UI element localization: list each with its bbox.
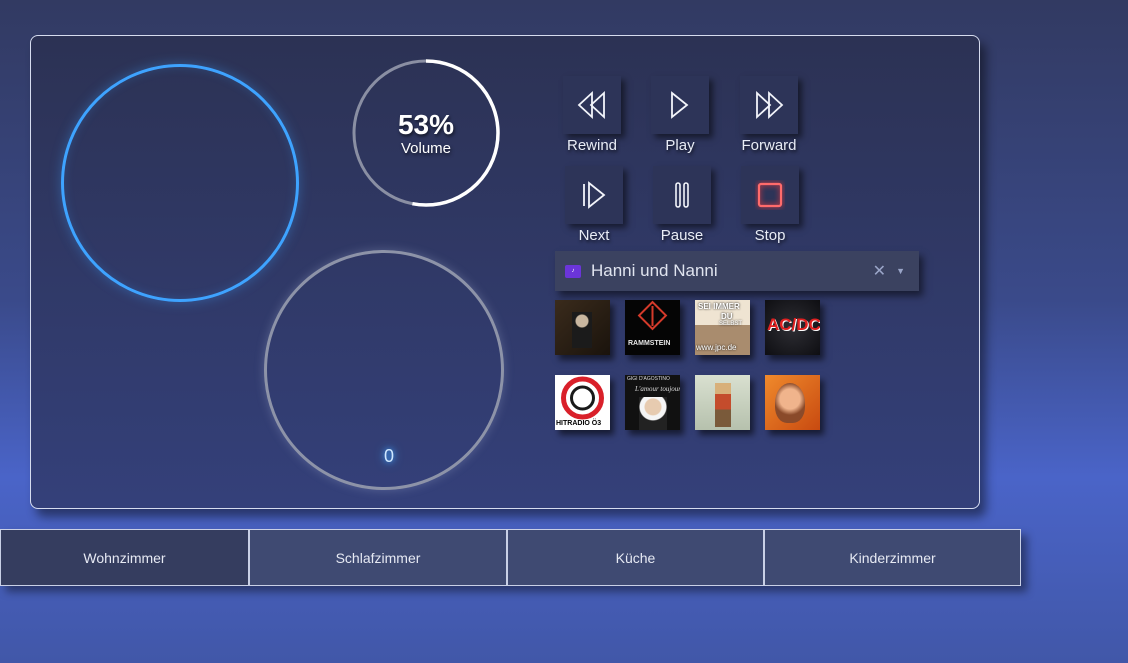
next-label: Next — [578, 227, 610, 244]
media-panel: 53% Volume 0 Rewind Play Forward Next Pa… — [30, 35, 980, 509]
cover-text: AC/DC — [767, 315, 820, 334]
stop-button[interactable] — [741, 166, 799, 224]
forward-icon — [756, 90, 784, 120]
cover-art — [775, 383, 805, 423]
album-cover[interactable]: RAMMSTEIN — [625, 300, 680, 355]
cover-text: HITRADIO Ö3 — [556, 420, 602, 427]
source-select[interactable]: ♪ Hanni und Nanni ✕ ▼ — [555, 251, 919, 291]
stop-control: Stop — [725, 166, 815, 244]
cover-art — [572, 312, 592, 348]
album-cover[interactable]: GIGI D'AGOSTINO L'amour toujours — [625, 375, 680, 430]
rewind-icon — [577, 90, 605, 120]
pause-label: Pause — [660, 227, 704, 244]
next-icon — [583, 181, 606, 209]
pause-icon — [675, 182, 689, 208]
volume-knob[interactable]: 53% Volume — [351, 58, 501, 208]
tab-schlafzimmer[interactable]: Schlafzimmer — [249, 529, 507, 586]
play-control: Play — [635, 76, 725, 154]
forward-control: Forward — [724, 76, 814, 154]
pause-button[interactable] — [653, 166, 711, 224]
cover-text: www.jpc.de — [696, 343, 737, 352]
next-button[interactable] — [565, 166, 623, 224]
tab-wohnzimmer[interactable]: Wohnzimmer — [0, 529, 249, 586]
room-tabs: Wohnzimmer Schlafzimmer Küche Kinderzimm… — [0, 529, 1021, 586]
volume-readout: 53% Volume — [351, 58, 501, 208]
next-control: Next — [549, 166, 639, 244]
cover-text: GIGI D'AGOSTINO — [627, 376, 670, 382]
forward-button[interactable] — [740, 76, 798, 134]
cover-art — [715, 383, 731, 427]
cover-text: SELBST — [719, 321, 743, 327]
rewind-label: Rewind — [566, 137, 618, 154]
music-service-icon: ♪ — [565, 264, 581, 278]
dial-value: 0 — [383, 446, 394, 466]
play-icon — [671, 91, 689, 119]
pause-control: Pause — [637, 166, 727, 244]
tab-kinderzimmer[interactable]: Kinderzimmer — [764, 529, 1021, 586]
cover-text: DU — [721, 312, 733, 321]
cover-text: L'amour toujours — [635, 385, 680, 393]
cover-text: SEI IMMER — [698, 302, 740, 311]
album-cover[interactable] — [765, 375, 820, 430]
album-cover[interactable]: HITRADIO Ö3 — [555, 375, 610, 430]
tab-kueche[interactable]: Küche — [507, 529, 764, 586]
play-label: Play — [665, 137, 695, 154]
stop-icon — [757, 182, 783, 208]
rewind-control: Rewind — [547, 76, 637, 154]
play-button[interactable] — [651, 76, 709, 134]
chevron-down-icon[interactable]: ▼ — [896, 266, 905, 276]
album-cover[interactable]: SEI IMMER DU SELBST www.jpc.de — [695, 300, 750, 355]
rewind-button[interactable] — [563, 76, 621, 134]
cover-art — [639, 397, 667, 430]
volume-percent: 53% — [397, 108, 455, 140]
album-cover[interactable] — [555, 300, 610, 355]
volume-label: Volume — [400, 139, 452, 157]
album-cover[interactable]: AC/DC — [765, 300, 820, 355]
stop-label: Stop — [754, 227, 786, 244]
source-select-value: Hanni und Nanni — [591, 261, 718, 280]
album-cover[interactable] — [695, 375, 750, 430]
media-artwork-ring — [61, 64, 299, 302]
forward-label: Forward — [741, 137, 797, 154]
clear-icon[interactable]: ✕ — [873, 261, 886, 281]
cover-text: RAMMSTEIN — [628, 340, 671, 347]
